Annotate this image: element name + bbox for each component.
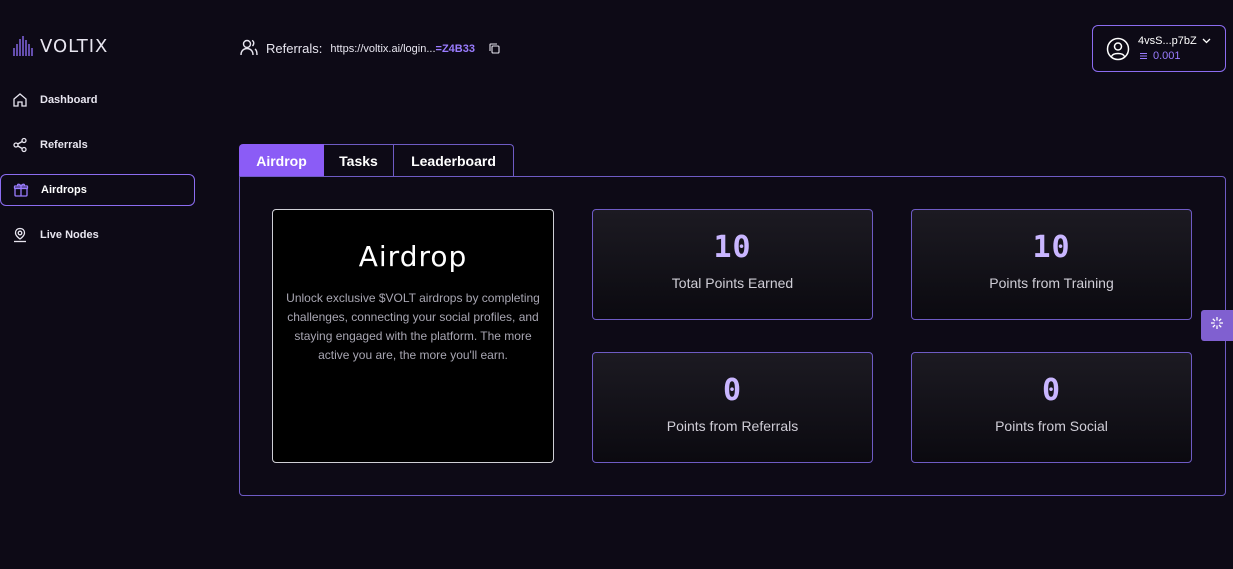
stat-value: 0	[1041, 373, 1062, 408]
sidebar-item-referrals[interactable]: Referrals	[0, 129, 195, 161]
location-user-icon	[12, 227, 28, 243]
share-icon	[12, 137, 28, 153]
stat-label: Total Points Earned	[671, 275, 794, 291]
tab-leaderboard[interactable]: Leaderboard	[394, 144, 514, 177]
sidebar-item-label: Dashboard	[40, 94, 98, 106]
stat-value: 10	[713, 230, 752, 265]
sidebar-item-label: Airdrops	[41, 184, 87, 196]
user-icon	[240, 38, 258, 59]
voltix-logo-icon	[12, 34, 36, 58]
referral-bar: Referrals: https://voltix.ai/login...=Z4…	[240, 38, 500, 59]
referral-code: =Z4B33	[435, 42, 475, 55]
intro-title: Airdrop	[358, 240, 468, 273]
stat-card-social-points: 0 Points from Social	[911, 352, 1192, 463]
stat-value: 0	[722, 373, 743, 408]
floating-assistant-button[interactable]	[1201, 310, 1233, 341]
stat-label: Points from Social	[995, 418, 1108, 434]
avatar-icon	[1106, 37, 1130, 61]
intro-description: Unlock exclusive $VOLT airdrops by compl…	[286, 291, 540, 362]
copy-icon[interactable]	[489, 43, 500, 54]
sparkle-icon	[1210, 316, 1224, 335]
brand-name: VOLTIX	[40, 35, 109, 57]
sidebar-item-dashboard[interactable]: Dashboard	[0, 84, 195, 116]
sidebar-item-label: Referrals	[40, 139, 88, 151]
chevron-down-icon	[1202, 35, 1211, 47]
airdrop-intro-card: Airdrop Unlock exclusive $VOLT airdrops …	[272, 209, 554, 463]
brand-logo[interactable]: VOLTIX	[12, 34, 108, 58]
stat-card-referral-points: 0 Points from Referrals	[592, 352, 873, 463]
referral-label: Referrals:	[266, 41, 323, 56]
solana-icon	[1140, 53, 1147, 59]
wallet-balance: 0.001	[1153, 50, 1181, 62]
account-info: 4vsS...p7bZ 0.001	[1138, 35, 1211, 62]
referral-url-text: https://voltix.ai/login...	[330, 42, 436, 55]
home-icon	[12, 92, 28, 108]
wallet-address: 4vsS...p7bZ	[1138, 35, 1197, 47]
stat-card-training-points: 10 Points from Training	[911, 209, 1192, 320]
airdrop-tabs: Airdrop Tasks Leaderboard	[239, 144, 514, 177]
sidebar-item-label: Live Nodes	[40, 229, 99, 241]
stat-value: 10	[1032, 230, 1071, 265]
tab-airdrop[interactable]: Airdrop	[239, 144, 324, 177]
sidebar-item-live-nodes[interactable]: Live Nodes	[0, 219, 195, 251]
sidebar-item-airdrops[interactable]: Airdrops	[0, 174, 195, 206]
stat-label: Points from Training	[989, 275, 1114, 291]
sidebar-nav: Dashboard Referrals Airdrops Live Nodes	[0, 84, 200, 264]
gift-icon	[13, 182, 29, 198]
stat-card-total-points: 10 Total Points Earned	[592, 209, 873, 320]
referral-url[interactable]: https://voltix.ai/login...=Z4B33	[330, 43, 475, 55]
sidebar: VOLTIX Dashboard Referrals Airdrops Live…	[0, 0, 200, 569]
stat-label: Points from Referrals	[666, 418, 799, 434]
wallet-account-button[interactable]: 4vsS...p7bZ 0.001	[1092, 25, 1226, 72]
tab-tasks[interactable]: Tasks	[324, 144, 394, 177]
